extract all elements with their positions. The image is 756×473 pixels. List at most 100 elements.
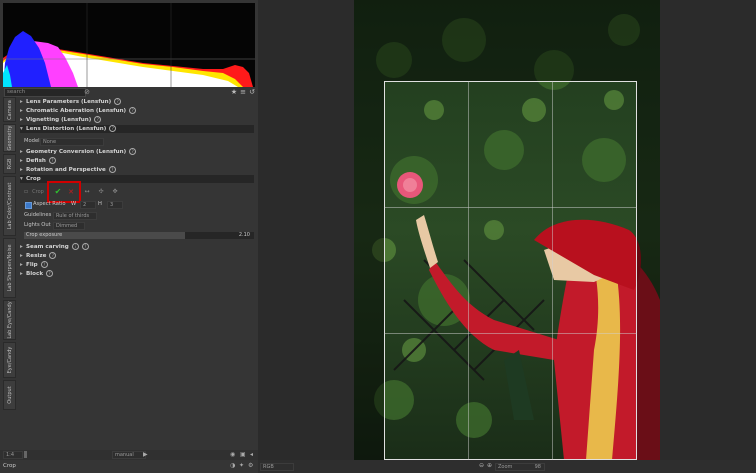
tab-label: Output <box>6 386 13 404</box>
module-title: Rotation and Perspective <box>26 167 106 173</box>
module-title: Seam carving <box>26 244 69 250</box>
help-icon[interactable]: ? <box>108 166 116 173</box>
module-block[interactable]: ▸ Block? <box>20 270 254 278</box>
tab-label: Lab Eye/Candy <box>6 301 13 339</box>
module-rotation-perspective[interactable]: ▸ Rotation and Perspective? <box>20 166 254 174</box>
help-icon[interactable]: ? <box>109 125 117 132</box>
expand-icon[interactable]: ✥ <box>110 186 120 198</box>
colorspace-dropdown[interactable]: RGB <box>260 463 294 471</box>
status-module-name: Crop <box>3 463 16 469</box>
module-title: Lens Parameters (Lensfun) <box>26 99 112 105</box>
tab-camera[interactable]: Camera <box>3 97 16 122</box>
module-title: Flip <box>26 262 38 268</box>
height-field[interactable]: 3 <box>107 201 123 209</box>
help-icon[interactable]: ? <box>48 157 56 164</box>
module-vignetting[interactable]: ▸ Vignetting (Lensfun)? <box>20 116 254 124</box>
help-icon[interactable]: ? <box>129 107 137 114</box>
status-bar: Crop ◑ ✦ ⚙ <box>0 461 258 473</box>
crop-guidelines <box>384 81 637 460</box>
lights-out-label: Lights Out <box>24 222 51 228</box>
star-icon[interactable]: ★ <box>230 88 238 96</box>
save-icon[interactable]: ▣ <box>240 450 246 460</box>
module-defish[interactable]: ▸ Defish? <box>20 157 254 165</box>
module-seam-carving[interactable]: ▸ Seam carving i? <box>20 243 254 251</box>
info-icon[interactable]: i <box>71 243 79 250</box>
help-icon[interactable]: ? <box>40 261 48 268</box>
width-label: W <box>71 201 77 207</box>
flip-horizontal-icon[interactable]: ↔ <box>82 186 92 198</box>
histogram-graph <box>3 3 255 87</box>
help-icon[interactable]: ? <box>114 98 122 105</box>
module-lens-parameters[interactable]: ▸ Lens Parameters (Lensfun)? <box>20 98 254 106</box>
tab-label: Eye/Candy <box>6 346 13 374</box>
module-chromatic-aberration[interactable]: ▸ Chromatic Aberration (Lensfun)? <box>20 107 254 115</box>
zoom-slider[interactable]: Zoom 98 <box>495 463 545 471</box>
module-title: Crop <box>26 176 41 182</box>
help-icon[interactable]: ? <box>94 116 102 123</box>
preview-bottom-bar: RGB ⊖ ⊕ Zoom 98 <box>258 460 756 473</box>
crop-label: Crop <box>32 189 44 195</box>
module-title: Chromatic Aberration (Lensfun) <box>26 108 127 114</box>
export-icon[interactable]: ◂ <box>250 450 253 460</box>
tools-icon[interactable]: ✦ <box>239 462 244 469</box>
progress-marker <box>24 451 27 458</box>
tab-lab-sharpen-noise[interactable]: Lab Sharpen/Noise <box>3 238 16 298</box>
slider-label: Crop exposure <box>26 232 63 238</box>
crop-frame[interactable] <box>384 81 637 460</box>
aspect-ratio-checkbox[interactable] <box>25 202 32 209</box>
menu-icon[interactable]: ≡ <box>239 88 247 96</box>
lights-out-dropdown[interactable]: Dimmed <box>53 222 85 230</box>
zoom-out-icon[interactable]: ⊖ <box>479 462 484 469</box>
play-icon[interactable]: ▶ <box>143 450 148 460</box>
tab-eye-candy[interactable]: Eye/Candy <box>3 342 16 378</box>
model-label: Model <box>24 138 40 144</box>
tab-label: RGB <box>6 158 13 170</box>
histogram <box>3 3 255 87</box>
module-title: Geometry Conversion (Lensfun) <box>26 149 127 155</box>
crop-dim-top <box>354 0 660 81</box>
crop-dim-left <box>354 81 384 460</box>
settings-icon[interactable]: ⚙ <box>248 462 253 469</box>
module-resize[interactable]: ▸ Resize? <box>20 252 254 260</box>
module-geometry-conversion[interactable]: ▸ Geometry Conversion (Lensfun)? <box>20 148 254 156</box>
tab-rgb[interactable]: RGB <box>3 154 16 174</box>
module-title: Vignetting (Lensfun) <box>26 117 92 123</box>
crop-exposure-slider[interactable]: Crop exposure 2.10 <box>24 232 254 239</box>
tab-label: Lab Sharpen/Noise <box>6 244 13 292</box>
help-icon[interactable]: ? <box>49 252 57 259</box>
clear-search-icon[interactable]: ⊘ <box>83 88 91 96</box>
checkbox-icon[interactable]: ▫ <box>22 186 30 198</box>
module-title: Resize <box>26 253 47 259</box>
help-icon[interactable]: ? <box>81 243 89 250</box>
zoom-label: Zoom <box>498 464 513 470</box>
preset-icon[interactable]: ◉ <box>230 450 235 460</box>
snapshot-icon[interactable]: ◑ <box>230 462 235 469</box>
crop-dim-right <box>637 81 660 460</box>
module-group-tabs: Camera Geometry RGB Lab Color/Contrast L… <box>3 97 16 417</box>
tab-geometry[interactable]: Geometry <box>3 124 16 152</box>
tab-output[interactable]: Output <box>3 380 16 410</box>
tab-lab-color-contrast[interactable]: Lab Color/Contrast <box>3 176 16 236</box>
height-label: H <box>98 201 102 207</box>
slider-value: 2.10 <box>238 232 250 238</box>
tab-lab-eye-candy[interactable]: Lab Eye/Candy <box>3 300 16 340</box>
width-field[interactable]: 2 <box>80 201 96 209</box>
guidelines-dropdown[interactable]: Rule of thirds <box>53 212 97 220</box>
tab-label: Lab Color/Contrast <box>6 182 13 230</box>
aspect-ratio-label: Aspect Ratio <box>33 201 66 207</box>
mode-dropdown[interactable]: manual <box>112 451 146 459</box>
left-bottom-toolbar: 1:4 manual ▶ ◉ ▣ ◂ <box>0 450 258 460</box>
zoom-value: 98 <box>534 464 541 470</box>
zoom-ratio-dropdown[interactable]: 1:4 <box>3 451 23 459</box>
module-lens-distortion[interactable]: ▾ Lens Distortion (Lensfun)? <box>20 125 254 133</box>
help-icon[interactable]: ? <box>46 270 54 277</box>
search-input[interactable]: search <box>4 88 86 97</box>
zoom-in-icon[interactable]: ⊕ <box>487 462 492 469</box>
model-dropdown[interactable]: None <box>40 138 104 146</box>
guidelines-label: Guidelines <box>24 212 52 218</box>
reset-icon[interactable]: ↺ <box>248 88 256 96</box>
center-icon[interactable]: ✣ <box>96 186 106 198</box>
module-title: Block <box>26 271 44 277</box>
module-flip[interactable]: ▸ Flip? <box>20 261 254 269</box>
help-icon[interactable]: ? <box>129 148 137 155</box>
